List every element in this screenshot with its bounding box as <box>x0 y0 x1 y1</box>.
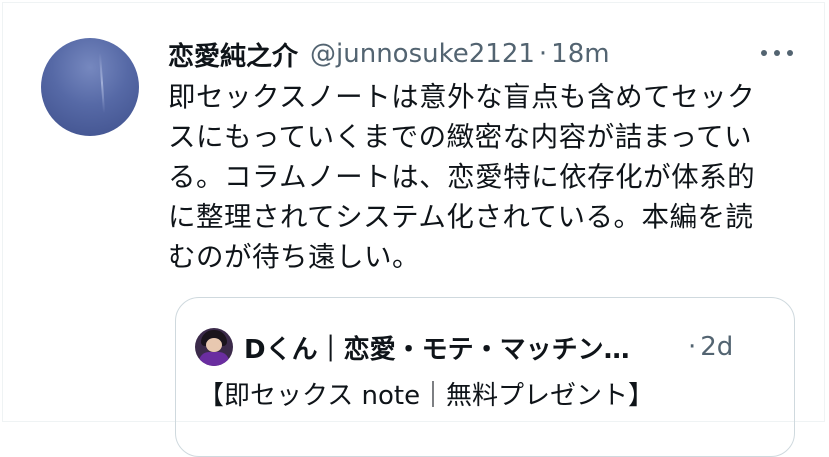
tweet-timestamp[interactable]: 18m <box>551 39 609 69</box>
more-dot <box>787 50 793 56</box>
quoted-user-avatar[interactable] <box>195 328 233 366</box>
more-dot <box>774 50 780 56</box>
avatar-face <box>206 338 222 352</box>
quoted-tweet[interactable]: Dくん｜恋愛・モテ・マッチン… · 2d 【即セックス note｜無料プレゼント… <box>175 297 795 457</box>
tweet-text-line: むのが待ち遠しい。 <box>168 241 420 273</box>
quoted-tweet-timestamp[interactable]: 2d <box>700 332 733 362</box>
quoted-tweet-header: Dくん｜恋愛・モテ・マッチン… · 2d <box>244 327 784 367</box>
separator-dot: · <box>688 332 697 362</box>
quoted-tweet-text: 【即セックス note｜無料プレゼント】 <box>198 381 655 411</box>
tweet-card[interactable]: 恋愛純之介 @junnosuke2121 · 18m 即セックスノートは意外な盲… <box>2 2 825 457</box>
author-name[interactable]: 恋愛純之介 <box>168 36 298 73</box>
tweet-text-line: 即セックスノートは意外な盲点も含めてセック <box>168 81 756 113</box>
quoted-author-name[interactable]: Dくん｜恋愛・モテ・マッチン… <box>244 329 664 366</box>
tweet-text: 即セックスノートは意外な盲点も含めてセック スにもっていくまでの緻密な内容が詰ま… <box>168 77 793 277</box>
tweet-header: 恋愛純之介 @junnosuke2121 · 18m <box>168 34 610 74</box>
more-dot <box>761 50 767 56</box>
user-avatar[interactable] <box>41 38 139 136</box>
author-handle[interactable]: @junnosuke2121 <box>310 39 535 69</box>
tweet-text-line: る。コラムノートは、恋愛特に依存化が体系的 <box>168 161 756 193</box>
avatar-detail <box>98 53 106 113</box>
separator-dot: · <box>538 39 548 69</box>
more-options-icon[interactable] <box>761 48 793 58</box>
tweet-text-line: スにもっていくまでの緻密な内容が詰まってい <box>168 121 753 153</box>
avatar-body <box>199 352 229 366</box>
tweet-text-line: に整理されてシステム化されている。本編を読 <box>168 201 754 233</box>
